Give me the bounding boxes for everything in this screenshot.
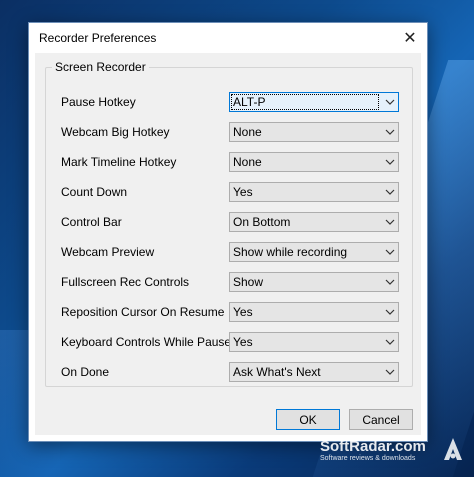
select-value: Show bbox=[233, 275, 264, 289]
pause-hotkey-select[interactable]: ALT-P bbox=[229, 92, 399, 112]
chevron-down-icon bbox=[385, 99, 395, 105]
on-done-select[interactable]: Ask What's Next bbox=[229, 362, 399, 382]
select-value: Ask What's Next bbox=[233, 365, 321, 379]
setting-label: Mark Timeline Hotkey bbox=[61, 155, 177, 169]
select-value: ALT-P bbox=[231, 94, 379, 110]
screen-recorder-group: Screen Recorder Pause Hotkey ALT-P Webca… bbox=[45, 60, 413, 387]
setting-row-reposition-cursor: Reposition Cursor On Resume Yes bbox=[61, 302, 406, 322]
chevron-down-icon bbox=[385, 309, 395, 315]
select-value: None bbox=[233, 125, 262, 139]
reposition-cursor-select[interactable]: Yes bbox=[229, 302, 399, 322]
chevron-down-icon bbox=[385, 249, 395, 255]
setting-label: On Done bbox=[61, 365, 110, 379]
select-value: Yes bbox=[233, 335, 253, 349]
setting-label: Keyboard Controls While Paused bbox=[61, 335, 238, 349]
chevron-down-icon bbox=[385, 279, 395, 285]
webcam-preview-select[interactable]: Show while recording bbox=[229, 242, 399, 262]
setting-label: Count Down bbox=[61, 185, 128, 199]
ok-button[interactable]: OK bbox=[276, 409, 340, 430]
recorder-preferences-dialog: Recorder Preferences ✕ Screen Recorder P… bbox=[28, 22, 428, 442]
cancel-button[interactable]: Cancel bbox=[349, 409, 413, 430]
select-value: Yes bbox=[233, 305, 253, 319]
setting-row-pause-hotkey: Pause Hotkey ALT-P bbox=[61, 92, 406, 112]
close-button[interactable]: ✕ bbox=[399, 27, 421, 49]
softradar-logo-icon bbox=[444, 438, 462, 460]
setting-label: Webcam Big Hotkey bbox=[61, 125, 170, 139]
keyboard-controls-select[interactable]: Yes bbox=[229, 332, 399, 352]
setting-label: Pause Hotkey bbox=[61, 95, 136, 109]
select-value: On Bottom bbox=[233, 215, 291, 229]
window-title: Recorder Preferences bbox=[39, 31, 157, 45]
select-value: Show while recording bbox=[233, 245, 348, 259]
select-value: None bbox=[233, 155, 262, 169]
setting-row-keyboard-controls: Keyboard Controls While Paused Yes bbox=[61, 332, 406, 352]
fullscreen-rec-controls-select[interactable]: Show bbox=[229, 272, 399, 292]
close-icon: ✕ bbox=[403, 30, 417, 47]
chevron-down-icon bbox=[385, 369, 395, 375]
setting-row-count-down: Count Down Yes bbox=[61, 182, 406, 202]
setting-row-webcam-preview: Webcam Preview Show while recording bbox=[61, 242, 406, 262]
chevron-down-icon bbox=[385, 339, 395, 345]
chevron-down-icon bbox=[385, 159, 395, 165]
title-bar[interactable]: Recorder Preferences ✕ bbox=[29, 23, 427, 53]
setting-label: Fullscreen Rec Controls bbox=[61, 275, 190, 289]
control-bar-select[interactable]: On Bottom bbox=[229, 212, 399, 232]
group-legend: Screen Recorder bbox=[52, 60, 149, 74]
chevron-down-icon bbox=[385, 219, 395, 225]
setting-label: Control Bar bbox=[61, 215, 122, 229]
mark-timeline-hotkey-select[interactable]: None bbox=[229, 152, 399, 172]
setting-label: Webcam Preview bbox=[61, 245, 155, 259]
setting-row-mark-timeline-hotkey: Mark Timeline Hotkey None bbox=[61, 152, 406, 172]
webcam-big-hotkey-select[interactable]: None bbox=[229, 122, 399, 142]
setting-row-fullscreen-rec-controls: Fullscreen Rec Controls Show bbox=[61, 272, 406, 292]
setting-label: Reposition Cursor On Resume bbox=[61, 305, 225, 319]
watermark-name: SoftRadar.com bbox=[320, 438, 426, 455]
setting-row-webcam-big-hotkey: Webcam Big Hotkey None bbox=[61, 122, 406, 142]
setting-row-control-bar: Control Bar On Bottom bbox=[61, 212, 406, 232]
watermark-tagline: Software reviews & downloads bbox=[320, 455, 416, 462]
chevron-down-icon bbox=[385, 129, 395, 135]
setting-row-on-done: On Done Ask What's Next bbox=[61, 362, 406, 382]
chevron-down-icon bbox=[385, 189, 395, 195]
select-value: Yes bbox=[233, 185, 253, 199]
dialog-client-area: Screen Recorder Pause Hotkey ALT-P Webca… bbox=[35, 53, 421, 435]
count-down-select[interactable]: Yes bbox=[229, 182, 399, 202]
